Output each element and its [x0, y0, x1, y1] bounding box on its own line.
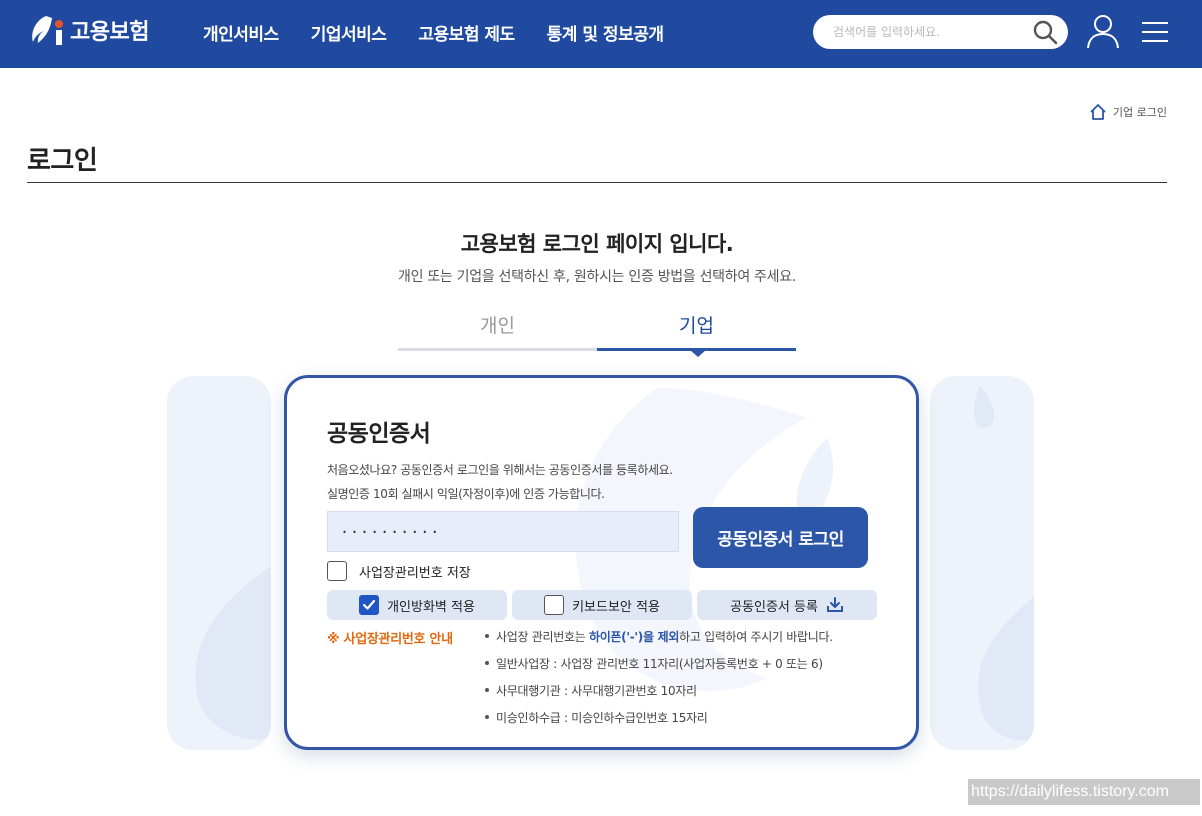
nav-personal-services[interactable]: 개인서비스	[203, 20, 279, 45]
search-input[interactable]	[833, 15, 1028, 49]
check-icon	[362, 599, 376, 610]
guide-item: 일반사업장 : 사업장 관리번호 11자리(사업자등록번호 + 0 또는 6)	[485, 655, 833, 682]
ei-logo-icon	[32, 16, 63, 45]
tab-business[interactable]: 기업	[597, 311, 796, 351]
keyboard-security-label: 키보드보안 적용	[572, 599, 660, 615]
user-icon[interactable]	[1086, 13, 1120, 49]
guide-highlight: 하이픈('-')을 제외	[588, 630, 680, 644]
logo-text: 고용보험	[70, 20, 149, 45]
page-title: 로그인	[27, 146, 98, 176]
firewall-option[interactable]: 개인방화벽 적용	[327, 590, 507, 620]
save-number-checkbox-row[interactable]: 사업장관리번호 저장	[327, 561, 471, 581]
keyboard-security-checkbox[interactable]	[544, 595, 565, 615]
main-nav: 개인서비스 기업서비스 고용보험 제도 통계 및 정보공개	[203, 20, 664, 45]
active-tab-pointer	[690, 350, 706, 357]
decorative-drop-icon	[974, 386, 1034, 741]
business-number-guide-title: ※ 사업장관리번호 안내	[327, 632, 453, 647]
guide-item: 미승인하수급 : 미승인하수급인번호 15자리	[485, 709, 833, 736]
nav-business-services[interactable]: 기업서비스	[311, 20, 387, 45]
tab-personal[interactable]: 개인	[398, 311, 597, 351]
certificate-login-card: 공동인증서 처음오셨나요? 공동인증서 로그인을 위해서는 공동인증서를 등록하…	[284, 375, 919, 750]
side-card-left	[167, 376, 271, 750]
firewall-checkbox[interactable]	[359, 595, 380, 615]
save-number-checkbox[interactable]	[327, 561, 347, 581]
card-title: 공동인증서	[327, 421, 431, 447]
nav-statistics[interactable]: 통계 및 정보공개	[547, 20, 664, 45]
card-description-register: 처음오셨나요? 공동인증서 로그인을 위해서는 공동인증서를 등록하세요.	[327, 463, 673, 477]
side-card-right	[930, 376, 1034, 750]
search-box	[813, 15, 1068, 49]
guide-item: 사무대행기관 : 사무대행기관번호 10자리	[485, 682, 833, 709]
login-heading: 고용보험 로그인 페이지 입니다.	[460, 232, 734, 256]
save-number-label: 사업장관리번호 저장	[359, 565, 471, 581]
download-icon	[826, 597, 843, 612]
card-description-limit: 실명인증 10회 실패시 익일(자정이후)에 인증 가능합니다.	[327, 487, 605, 501]
site-logo[interactable]: 고용보험	[26, 10, 149, 50]
register-certificate-button[interactable]: 공동인증서 등록	[697, 590, 877, 620]
breadcrumb-current: 기업 로그인	[1112, 106, 1167, 119]
hamburger-menu-icon[interactable]	[1141, 20, 1169, 44]
guide-item: 사업장 관리번호는 하이픈('-')을 제외하고 입력하여 주시기 바랍니다.	[485, 628, 833, 655]
decorative-drop-icon	[195, 566, 271, 740]
home-icon[interactable]	[1089, 103, 1107, 121]
breadcrumb: 기업 로그인	[1089, 103, 1167, 121]
nav-insurance-system[interactable]: 고용보험 제도	[418, 20, 515, 45]
watermark-text: https://dailylifess.tistory.com	[968, 779, 1200, 805]
login-subheading: 개인 또는 기업을 선택하신 후, 원하시는 인증 방법을 선택하여 주세요.	[398, 269, 796, 285]
business-number-input[interactable]	[327, 511, 679, 552]
firewall-label: 개인방화벽 적용	[387, 599, 475, 615]
certificate-login-button[interactable]: 공동인증서 로그인	[693, 507, 868, 568]
top-header: 고용보험 개인서비스 기업서비스 고용보험 제도 통계 및 정보공개	[0, 0, 1202, 68]
search-icon[interactable]	[1032, 19, 1058, 45]
register-certificate-label: 공동인증서 등록	[730, 599, 818, 615]
title-divider	[27, 182, 1167, 183]
business-number-guide-list: 사업장 관리번호는 하이픈('-')을 제외하고 입력하여 주시기 바랍니다. …	[485, 628, 833, 736]
keyboard-security-option[interactable]: 키보드보안 적용	[512, 590, 692, 620]
